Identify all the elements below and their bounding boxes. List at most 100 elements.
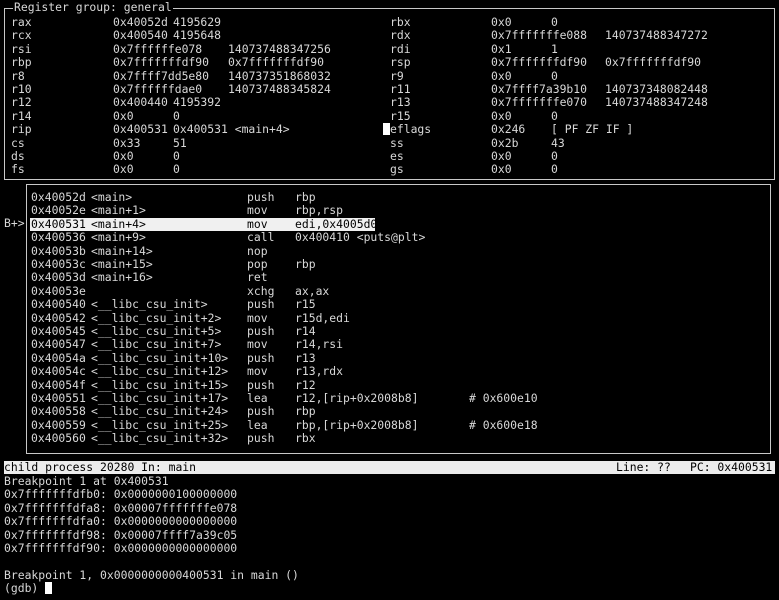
register-name: r8 [11,68,25,83]
register-name: rdi [390,41,411,56]
register-name: gs [390,162,404,177]
register-hex: 0x7ffffffdae0 [113,82,203,96]
asm-row[interactable]: 0x40053c <main+15> pop rbp [27,257,770,271]
register-hex: 0x1 [491,41,512,56]
asm-address: 0x400558 [31,404,86,419]
gdb-prompt[interactable]: (gdb) [4,581,779,595]
asm-symbol: <main> [91,190,133,204]
register-name: cs [11,135,25,150]
register-hex: 0x246 [491,122,526,137]
input-cursor [45,582,53,595]
asm-mnemonic: mov [247,337,268,352]
asm-address: 0x400551 [31,391,86,405]
asm-row[interactable]: 0x400545 <__libc_csu_init+5> push r14 [27,324,770,338]
status-process: child process 20280 In: main [4,460,197,474]
register-name: r13 [390,95,411,110]
register-hex: 0x0 [491,68,512,83]
register-name: r15 [390,108,411,123]
asm-row[interactable]: 0x400551 <__libc_csu_init+17> lea r12,[rip+… [27,391,770,405]
asm-operands: rbp [295,404,316,419]
asm-mnemonic: lea [247,417,268,432]
asm-row[interactable]: 0x400542 <__libc_csu_init+2> mov r15d,edi [27,310,770,325]
register-window-title: Register group: general [13,0,173,15]
register-row: rax 0x40052d 4195629 rbx 0x0 0 [5,15,774,29]
asm-mnemonic: nop [247,243,268,258]
register-row: r12 0x400440 4195392 r13 0x7fffffffe070 14073… [5,95,774,110]
asm-row[interactable]: 0x40053d <main+16> ret [27,270,770,284]
asm-address: 0x40054a [31,350,86,365]
asm-row[interactable]: 0x40053e xchg ax,ax [27,283,770,298]
register-name: r9 [390,68,404,83]
asm-row[interactable]: 0x400547 <__libc_csu_init+7> mov r14,rsi [27,337,770,352]
asm-operands: r13,rdx [295,364,344,379]
asm-row[interactable]: 0x40053b <main+14> nop [27,243,770,258]
asm-operands: edi,0x4005d0 [295,216,378,231]
asm-symbol: <__libc_csu_init> [91,297,208,312]
asm-mnemonic: mov [247,310,268,325]
register-value: 0 [551,68,558,83]
asm-row[interactable]: 0x400560 <__libc_csu_init+32> push rbx [27,431,770,445]
register-name: ss [390,135,404,150]
register-value: 0x400531 <main+4> [173,122,290,137]
register-hex: 0x7ffffffe078 [113,41,203,56]
register-name: es [390,149,404,163]
asm-address: 0x40053e [31,283,86,298]
breakpoint-marker: B+> [4,216,25,230]
console-line: 0x7fffffffdf90: 0x0000000000000000 [4,541,238,555]
asm-operands: r15 [295,297,316,312]
asm-mnemonic: push [247,350,275,365]
register-name: fs [11,162,25,177]
asm-operands: r13 [295,350,316,365]
asm-symbol: <main+1> [91,203,146,218]
register-hex: 0x400540 [113,28,168,43]
asm-row[interactable]: 0x400559 <__libc_csu_init+25> lea rbp,[rip+… [27,417,770,432]
register-row: rcx 0x400540 4195648 rdx 0x7fffffffe088 14073… [5,28,774,43]
asm-operands: r12 [295,377,316,392]
asm-address: 0x40054c [31,364,86,379]
register-hex: 0x0 [113,149,134,163]
register-hex: 0x400531 [113,122,168,137]
asm-address: 0x400540 [31,297,86,312]
asm-row[interactable]: 0x40054c <__libc_csu_init+12> mov r13,rdx [27,364,770,379]
asm-mnemonic: mov [247,216,268,231]
register-row: fs 0x0 0 gs 0x0 0 [5,162,774,177]
asm-mnemonic: push [247,404,275,419]
asm-symbol: <__libc_csu_init+10> [91,350,229,365]
register-hex: 0x0 [491,162,512,177]
register-value: 140737351868032 [228,68,331,83]
asm-row[interactable]: 0x400540 <__libc_csu_init> push r15 [27,297,770,312]
asm-row[interactable]: 0x40054a <__libc_csu_init+10> push r13 [27,350,770,365]
register-hex: 0x33 [113,135,141,150]
register-value: 0 [173,162,180,177]
register-name: r10 [11,82,32,96]
asm-symbol: <__libc_csu_init+7> [91,337,222,352]
register-row: r8 0x7ffff7dd5e80 140737351868032 r9 0x0 0 [5,68,774,83]
register-value: 4195648 [173,28,222,43]
register-name: rsp [390,55,411,70]
asm-row[interactable]: 0x40052e <main+1> mov rbp,rsp [27,203,770,218]
asm-row[interactable]: 0x40054f <__libc_csu_init+15> push r12 [27,377,770,392]
status-pc: PC: 0x400531 [690,460,773,474]
asm-row[interactable]: 0x40052d <main> push rbp [27,190,770,204]
asm-window: 0x40052d <main> push rbp 0x40052e <main+1> mov… [26,184,771,454]
asm-symbol: <__libc_csu_init+15> [91,377,229,392]
register-row: r14 0x0 0 r15 0x0 0 [5,108,774,123]
asm-row[interactable]: 0x400531 <main+4> mov edi,0x4005d0 [27,216,770,232]
asm-symbol: <main+14> [91,243,153,258]
register-hex: 0x7ffff7dd5e80 [113,68,210,83]
status-line: Line: ?? [616,460,671,474]
asm-mnemonic: push [247,190,275,204]
asm-mnemonic: call [247,230,275,245]
asm-mnemonic: lea [247,391,268,405]
asm-operands: rbp,[rip+0x2008b8] [295,417,419,432]
asm-mnemonic: mov [247,364,268,379]
register-hex: 0x7fffffffdf90 [491,55,588,70]
register-name: eflags [390,122,432,137]
asm-row[interactable]: 0x400536 <main+9> call 0x400410 <puts@plt> [27,230,770,245]
register-row: r10 0x7ffffffdae0 140737488345824 r11 0x7fff… [5,82,774,96]
asm-row[interactable]: 0x400558 <__libc_csu_init+24> push rbp [27,404,770,419]
asm-symbol: <__libc_csu_init+2> [91,310,222,325]
asm-address: 0x400559 [31,417,86,432]
asm-address: 0x40054f [31,377,86,392]
console-line: 0x7fffffffdfa8: 0x00007fffffffe078 [4,500,238,515]
